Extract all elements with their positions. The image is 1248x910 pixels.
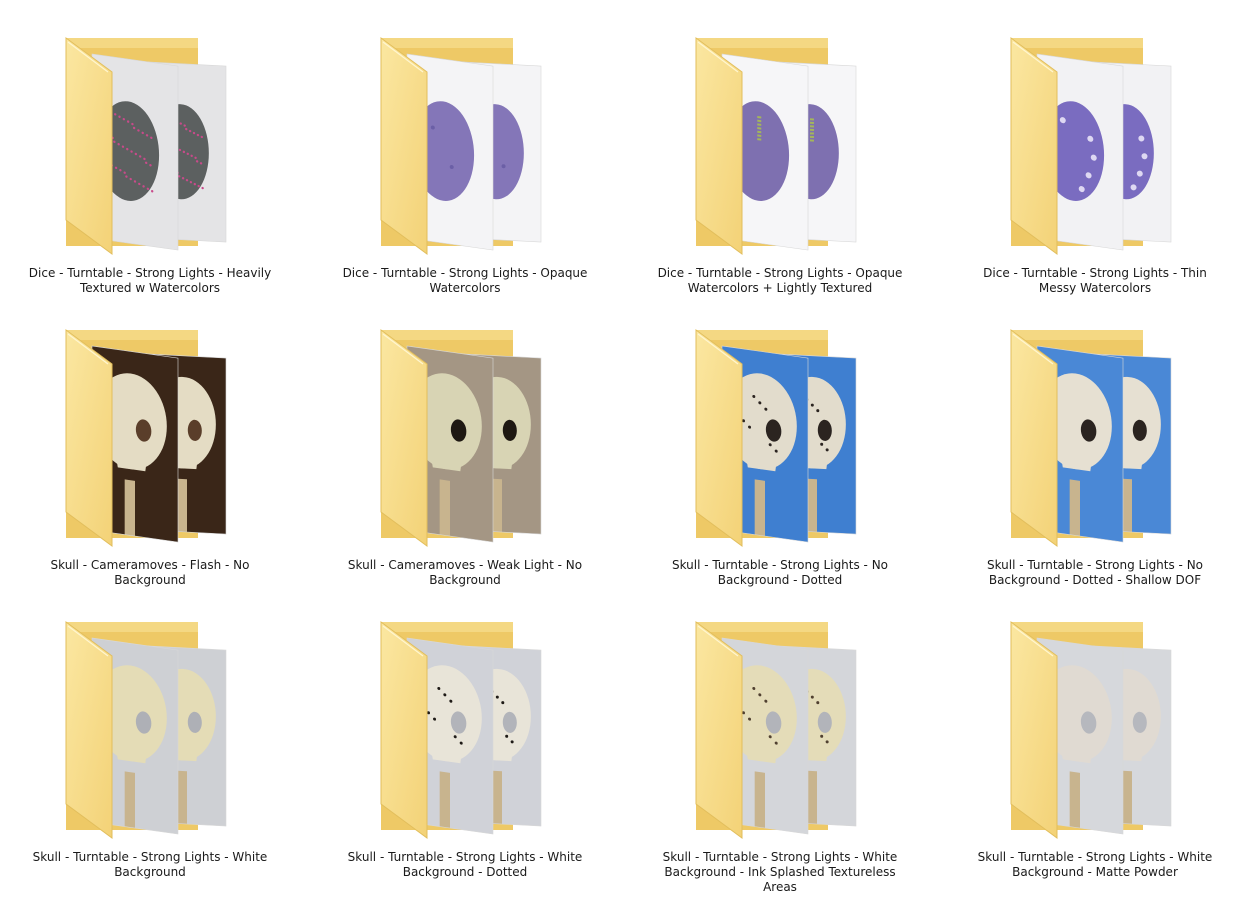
folder-item[interactable]: Skull - Turntable - Strong Lights - No B… (650, 324, 910, 594)
folder-icon (695, 37, 857, 255)
folder-icon (380, 621, 542, 839)
folder-item[interactable]: Dice - Turntable - Strong Lights - Opaqu… (335, 32, 595, 302)
folder-icon (695, 329, 857, 547)
folder-label: Dice - Turntable - Strong Lights - Opaqu… (342, 266, 588, 295)
folder-item[interactable]: Dice - Turntable - Strong Lights - Thin … (965, 32, 1225, 302)
folder-label: Skull - Turntable - Strong Lights - No B… (986, 558, 1204, 587)
folder-icon (1010, 621, 1172, 839)
folder-icon (1010, 37, 1172, 255)
folder-label: Skull - Turntable - Strong Lights - Whit… (662, 850, 898, 894)
folder-label: Skull - Turntable - Strong Lights - Whit… (32, 850, 268, 879)
folder-item[interactable]: Dice - Turntable - Strong Lights - Heavi… (20, 32, 280, 302)
folder-item[interactable]: Skull - Turntable - Strong Lights - No B… (965, 324, 1225, 594)
folder-icon (65, 621, 227, 839)
folder-icon (380, 37, 542, 255)
folder-item[interactable]: Skull - Cameramoves - Weak Light - No Ba… (335, 324, 595, 594)
folder-label: Skull - Turntable - Strong Lights - Whit… (347, 850, 583, 879)
folder-item[interactable]: Skull - Turntable - Strong Lights - Whit… (335, 616, 595, 886)
folder-icon (380, 329, 542, 547)
folder-label: Skull - Turntable - Strong Lights - No B… (671, 558, 889, 587)
folder-label: Skull - Cameramoves - Weak Light - No Ba… (347, 558, 583, 587)
folder-label: Dice - Turntable - Strong Lights - Heavi… (28, 266, 272, 295)
folder-icon (1010, 329, 1172, 547)
folder-label: Skull - Cameramoves - Flash - No Backgro… (50, 558, 250, 587)
folder-icon (65, 329, 227, 547)
folder-icon (695, 621, 857, 839)
folder-item[interactable]: Skull - Turntable - Strong Lights - Whit… (650, 616, 910, 894)
folder-grid: Dice - Turntable - Strong Lights - Heavi… (0, 0, 1248, 910)
folder-label: Dice - Turntable - Strong Lights - Thin … (983, 266, 1207, 295)
folder-item[interactable]: Skull - Cameramoves - Flash - No Backgro… (20, 324, 280, 594)
folder-item[interactable]: Skull - Turntable - Strong Lights - Whit… (20, 616, 280, 886)
folder-item[interactable]: Dice - Turntable - Strong Lights - Opaqu… (650, 32, 910, 302)
folder-item[interactable]: Skull - Turntable - Strong Lights - Whit… (965, 616, 1225, 886)
folder-icon (65, 37, 227, 255)
folder-label: Skull - Turntable - Strong Lights - Whit… (977, 850, 1213, 879)
folder-label: Dice - Turntable - Strong Lights - Opaqu… (657, 266, 903, 295)
